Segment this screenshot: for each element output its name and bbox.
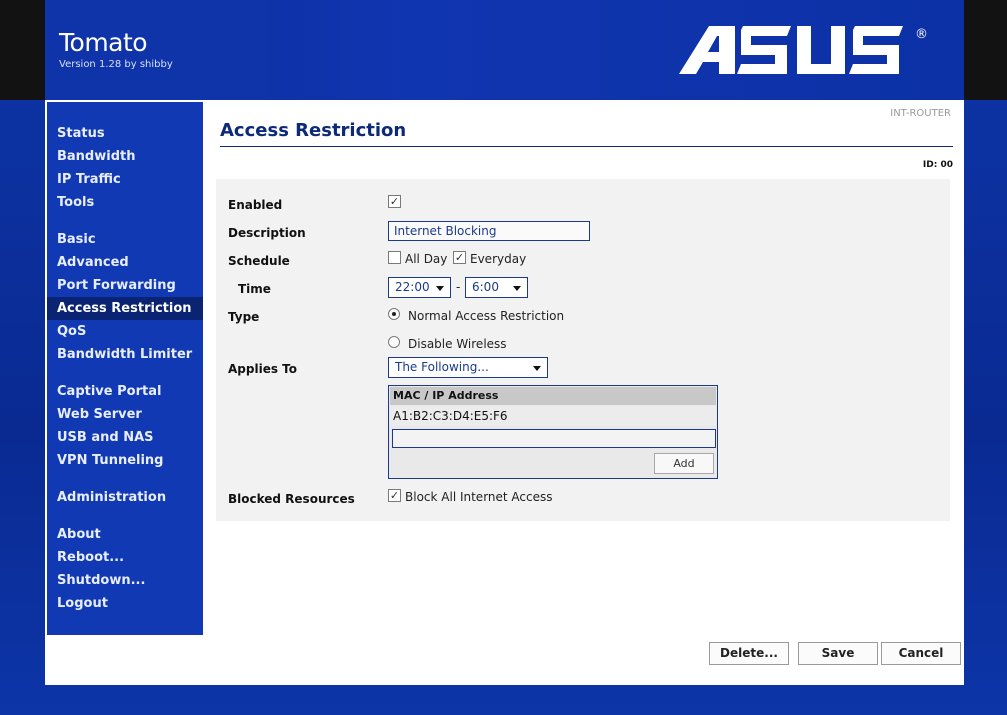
mac-table-header: MAC / IP Address [390, 387, 716, 405]
sidebar-item-captive-portal[interactable]: Captive Portal [47, 380, 203, 403]
schedule-label: Schedule [228, 254, 290, 268]
type-disable-wireless-radio[interactable] [388, 336, 400, 348]
router-name: INT-ROUTER [890, 108, 951, 119]
time-start-value: 22:00 [395, 280, 430, 294]
sidebar-item-advanced[interactable]: Advanced [47, 251, 203, 274]
type-normal-radio[interactable] [388, 308, 400, 320]
sidebar-top-spacer [47, 102, 203, 122]
sidebar-item-logout[interactable]: Logout [47, 592, 203, 615]
time-start-select[interactable]: 22:00 [388, 277, 451, 298]
time-end-value: 6:00 [472, 280, 499, 294]
restriction-form: Enabled ✓ Description Internet Blocking … [216, 179, 950, 521]
mac-address-input[interactable] [392, 429, 716, 448]
registered-mark: ® [915, 27, 928, 42]
mac-address-table: MAC / IP Address A1:B2:C3:D4:E5:F6 Add [388, 385, 718, 479]
top-edge-left [0, 0, 45, 100]
sidebar-item-shutdown[interactable]: Shutdown... [47, 569, 203, 592]
chevron-down-icon [513, 286, 521, 291]
sidebar-item-bandwidth[interactable]: Bandwidth [47, 145, 203, 168]
block-all-checkbox[interactable]: ✓ [388, 489, 401, 502]
sidebar-item-ip-traffic[interactable]: IP Traffic [47, 168, 203, 191]
type-disable-wireless-label: Disable Wireless [408, 337, 507, 351]
sidebar-item-status[interactable]: Status [47, 122, 203, 145]
type-label: Type [228, 310, 260, 324]
sidebar-item-administration[interactable]: Administration [47, 486, 203, 509]
type-normal-label: Normal Access Restriction [408, 309, 565, 323]
asus-logo: ® [679, 26, 928, 74]
enabled-label: Enabled [228, 198, 283, 212]
sidebar-item-qos[interactable]: QoS [47, 320, 203, 343]
sidebar-item-tools[interactable]: Tools [47, 191, 203, 214]
delete-button[interactable]: Delete... [709, 642, 789, 665]
time-separator: - [456, 280, 461, 294]
top-edge-right [963, 0, 1007, 100]
sidebar-item-web-server[interactable]: Web Server [47, 403, 203, 426]
blocked-resources-label: Blocked Resources [228, 492, 355, 506]
sidebar-item-usb-and-nas[interactable]: USB and NAS [47, 426, 203, 449]
sidebar-item-about[interactable]: About [47, 523, 203, 546]
sidebar-item-basic[interactable]: Basic [47, 228, 203, 251]
time-label: Time [238, 282, 271, 296]
all-day-label: All Day [405, 252, 448, 266]
sidebar-item-reboot[interactable]: Reboot... [47, 546, 203, 569]
all-day-checkbox[interactable] [388, 251, 401, 264]
main-frame: Tomato Version 1.28 by shibby ® Status Ba… [45, 0, 964, 685]
page-title: Access Restriction [220, 120, 407, 141]
enabled-checkbox[interactable]: ✓ [388, 195, 401, 208]
description-input[interactable]: Internet Blocking [388, 221, 590, 241]
cancel-button[interactable]: Cancel [881, 642, 961, 665]
save-button[interactable]: Save [798, 642, 878, 665]
header: Tomato Version 1.28 by shibby ® [45, 0, 964, 100]
time-end-select[interactable]: 6:00 [465, 277, 528, 298]
everyday-label: Everyday [470, 252, 527, 266]
everyday-checkbox[interactable]: ✓ [453, 251, 466, 264]
applies-to-value: The Following... [395, 360, 489, 374]
chevron-down-icon [533, 366, 541, 371]
sidebar-item-vpn-tunneling[interactable]: VPN Tunneling [47, 449, 203, 472]
add-button[interactable]: Add [654, 453, 714, 474]
sidebar: Status Bandwidth IP Traffic Tools Basic Advan… [47, 102, 203, 635]
block-all-label: Block All Internet Access [405, 490, 553, 504]
sidebar-item-bandwidth-limiter[interactable]: Bandwidth Limiter [47, 343, 203, 366]
sidebar-item-port-forwarding[interactable]: Port Forwarding [47, 274, 203, 297]
description-label: Description [228, 226, 306, 240]
sidebar-item-access-restriction[interactable]: Access Restriction [47, 297, 203, 320]
app-version: Version 1.28 by shibby [59, 59, 173, 70]
content-area: INT-ROUTER Access Restriction ID: 00 Ena… [215, 102, 953, 635]
applies-to-label: Applies To [228, 362, 297, 376]
title-divider [220, 146, 953, 147]
applies-to-select[interactable]: The Following... [388, 357, 548, 378]
table-row[interactable]: A1:B2:C3:D4:E5:F6 [390, 406, 716, 426]
app-title: Tomato [59, 28, 148, 57]
chevron-down-icon [436, 286, 444, 291]
id-label: ID: 00 [922, 160, 953, 170]
